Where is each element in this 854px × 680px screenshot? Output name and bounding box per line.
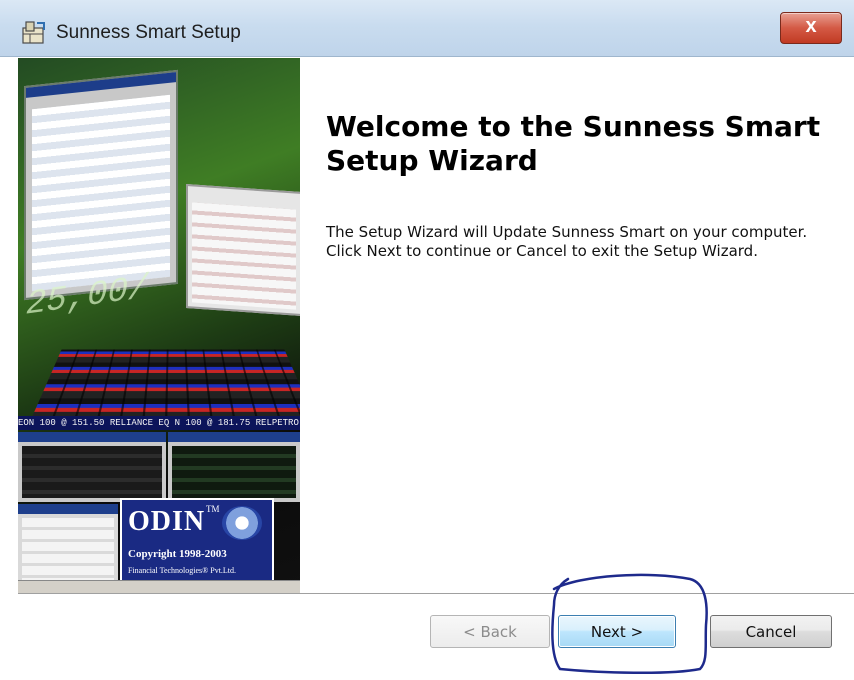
odin-trademark: TM (206, 504, 220, 514)
cancel-button[interactable]: Cancel (710, 615, 832, 648)
wizard-heading: Welcome to the Sunness Smart Setup Wizar… (326, 110, 821, 177)
window-title: Sunness Smart Setup (56, 22, 241, 43)
button-bar-divider (18, 593, 854, 595)
banner-screen-right (186, 183, 300, 317)
next-button[interactable]: Next > (558, 615, 676, 648)
close-icon: x (805, 15, 817, 37)
wizard-description: The Setup Wizard will Update Sunness Sma… (326, 223, 808, 260)
odin-logo-box: ODIN TM Copyright 1998-2003 Financial Te… (120, 498, 274, 590)
odin-emblem-icon (222, 506, 262, 540)
odin-company: Financial Technologies® Pvt.Ltd. (128, 566, 237, 575)
title-bar[interactable]: Sunness Smart Setup x (0, 0, 854, 57)
back-button[interactable]: < Back (430, 615, 550, 648)
banner-screen-left (24, 69, 178, 301)
odin-copyright: Copyright 1998-2003 (128, 548, 227, 560)
odin-logo-text: ODIN (128, 506, 206, 537)
installer-icon (22, 21, 45, 44)
banner-toolbar (18, 580, 300, 593)
close-button[interactable]: x (780, 12, 842, 44)
banner-market-movement (168, 432, 300, 502)
setup-window: Sunness Smart Setup x 25,00/ EON 100 @ 1… (0, 0, 854, 680)
banner-market-watch (18, 432, 166, 502)
banner-ticker: EON 100 @ 151.50 RELIANCE EQ N 100 @ 181… (18, 416, 300, 430)
banner-data-grid (30, 349, 300, 421)
wizard-banner-image: 25,00/ EON 100 @ 151.50 RELIANCE EQ N 10… (18, 58, 300, 593)
